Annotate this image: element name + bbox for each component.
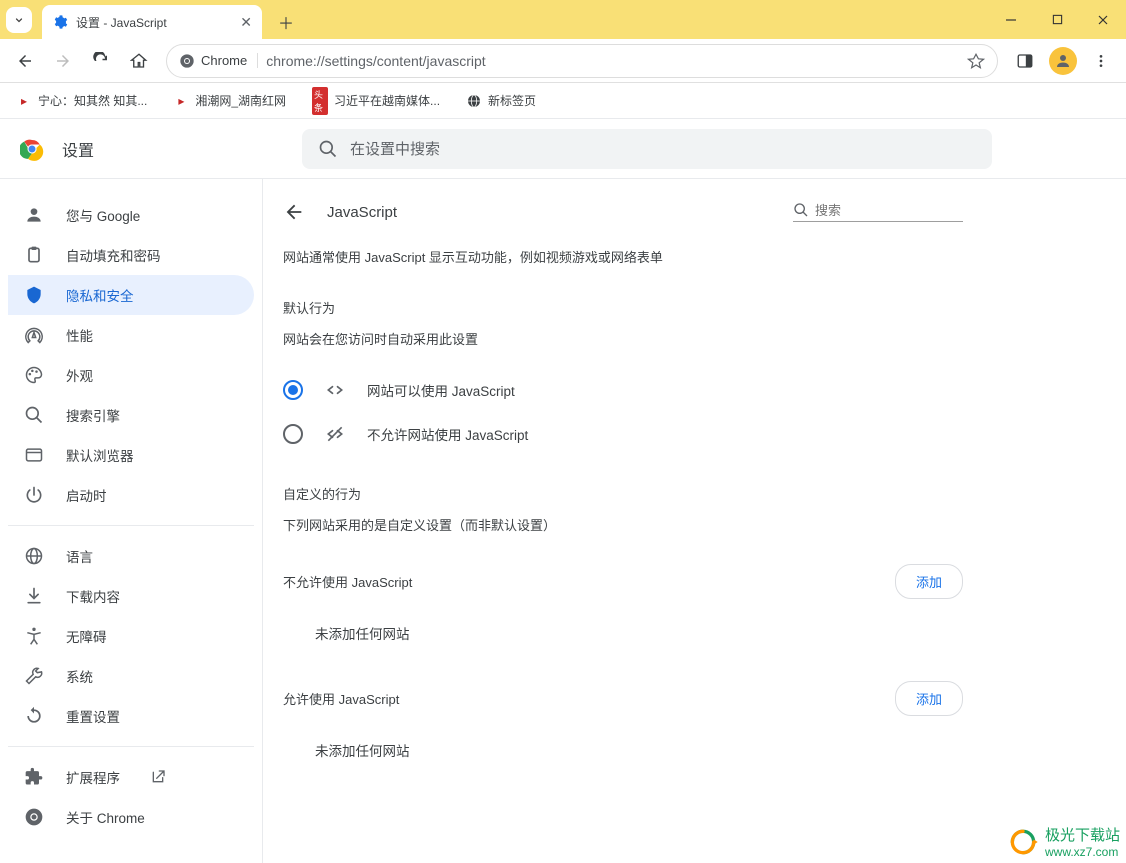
content-search-input[interactable] <box>815 203 955 218</box>
sidebar-item-languages[interactable]: 语言 <box>8 536 254 576</box>
star-icon[interactable] <box>967 52 985 70</box>
new-tab-button[interactable]: ＋ <box>272 8 300 36</box>
omnibox-label: Chrome <box>201 53 258 68</box>
close-window-button[interactable] <box>1080 0 1126 39</box>
settings-title: 设置 <box>62 137 94 161</box>
person-icon <box>24 205 44 225</box>
default-behavior-label: 默认行为 <box>283 298 963 317</box>
bookmark-item[interactable]: 头条习近平在越南媒体... <box>306 88 446 113</box>
sidebar-item-privacy[interactable]: 隐私和安全 <box>8 275 254 315</box>
divider <box>8 746 254 747</box>
accessibility-icon <box>24 626 44 646</box>
radio-icon <box>283 380 303 400</box>
download-icon <box>24 586 44 606</box>
globe-icon <box>466 93 482 109</box>
watermark-url: www.xz7.com <box>1045 845 1120 859</box>
gear-icon <box>52 14 68 30</box>
clipboard-icon <box>24 245 44 265</box>
maximize-button[interactable] <box>1034 0 1080 39</box>
sidebar-item-search-engine[interactable]: 搜索引擎 <box>8 395 254 435</box>
power-icon <box>24 485 44 505</box>
profile-avatar[interactable] <box>1046 44 1080 78</box>
watermark: 极光下载站 www.xz7.com <box>1007 824 1120 859</box>
custom-behavior-label: 自定义的行为 <box>283 484 963 503</box>
bookmark-item[interactable]: ▸宁心：知其然 知其... <box>10 88 153 113</box>
sidebar-item-appearance[interactable]: 外观 <box>8 355 254 395</box>
radio-block-js[interactable]: 不允许网站使用 JavaScript <box>283 412 963 456</box>
sidebar-item-reset[interactable]: 重置设置 <box>8 696 254 736</box>
sidebar-item-you-google[interactable]: 您与 Google <box>8 195 254 235</box>
chevron-down-icon <box>13 14 25 26</box>
sidebar-item-extensions[interactable]: 扩展程序 <box>8 757 254 797</box>
sidebar-item-accessibility[interactable]: 无障碍 <box>8 616 254 656</box>
allow-list-header: 允许使用 JavaScript <box>283 689 399 708</box>
search-icon <box>318 139 338 159</box>
code-blocked-icon <box>325 424 345 444</box>
radio-icon <box>283 424 303 444</box>
browser-toolbar: Chrome chrome://settings/content/javascr… <box>0 39 1126 83</box>
code-icon <box>325 380 345 400</box>
radio-allow-js[interactable]: 网站可以使用 JavaScript <box>283 368 963 412</box>
bookmark-item[interactable]: 新标签页 <box>460 88 542 113</box>
custom-behavior-sub: 下列网站采用的是自定义设置（而非默认设置） <box>283 515 963 534</box>
sidebar-item-system[interactable]: 系统 <box>8 656 254 696</box>
divider <box>8 525 254 526</box>
chrome-logo-icon <box>20 137 44 161</box>
bookmark-favicon: ▸ <box>173 93 189 109</box>
sidebar-item-default-browser[interactable]: 默认浏览器 <box>8 435 254 475</box>
tab-search-button[interactable] <box>0 0 38 39</box>
sidebar-item-startup[interactable]: 启动时 <box>8 475 254 515</box>
speedometer-icon <box>24 325 44 345</box>
side-panel-icon[interactable] <box>1008 44 1042 78</box>
reset-icon <box>24 706 44 726</box>
sidebar-item-autofill[interactable]: 自动填充和密码 <box>8 235 254 275</box>
browser-titlebar: 设置 - JavaScript ✕ ＋ <box>0 0 1126 39</box>
settings-content: JavaScript 网站通常使用 JavaScript 显示互动功能，例如视频… <box>263 179 1126 863</box>
wrench-icon <box>24 666 44 686</box>
bookmarks-bar: ▸宁心：知其然 知其... ▸湘潮网_湖南红网 头条习近平在越南媒体... 新标… <box>0 83 1126 119</box>
bookmark-favicon: ▸ <box>16 93 32 109</box>
chrome-icon <box>179 53 195 69</box>
browser-icon <box>24 445 44 465</box>
add-block-button[interactable]: 添加 <box>895 564 963 599</box>
page-title: JavaScript <box>327 204 771 221</box>
watermark-logo-icon <box>1007 826 1039 858</box>
default-behavior-sub: 网站会在您访问时自动采用此设置 <box>283 329 963 348</box>
bookmark-item[interactable]: ▸湘潮网_湖南红网 <box>167 88 292 113</box>
content-search[interactable] <box>793 202 963 222</box>
back-arrow-button[interactable] <box>283 201 305 223</box>
puzzle-icon <box>24 767 44 787</box>
sidebar-item-performance[interactable]: 性能 <box>8 315 254 355</box>
settings-search-input[interactable]: 在设置中搜索 <box>302 129 992 169</box>
sidebar-item-downloads[interactable]: 下载内容 <box>8 576 254 616</box>
open-external-icon <box>150 769 166 785</box>
globe-icon <box>24 546 44 566</box>
sidebar-item-about[interactable]: 关于 Chrome <box>8 797 254 837</box>
bookmark-favicon: 头条 <box>312 93 328 109</box>
watermark-name: 极光下载站 <box>1045 824 1120 845</box>
block-empty-text: 未添加任何网站 <box>283 609 963 671</box>
omnibox-url: chrome://settings/content/javascript <box>266 53 959 69</box>
chrome-icon <box>24 807 44 827</box>
forward-button[interactable] <box>46 44 80 78</box>
reload-button[interactable] <box>84 44 118 78</box>
search-icon <box>24 405 44 425</box>
allow-empty-text: 未添加任何网站 <box>283 726 963 788</box>
browser-tab[interactable]: 设置 - JavaScript ✕ <box>42 5 262 39</box>
search-icon <box>793 202 809 218</box>
close-icon[interactable]: ✕ <box>240 14 252 31</box>
tab-title: 设置 - JavaScript <box>76 14 232 31</box>
address-bar[interactable]: Chrome chrome://settings/content/javascr… <box>166 44 998 78</box>
settings-sidebar: 您与 Google 自动填充和密码 隐私和安全 性能 外观 搜索引擎 默认浏览器… <box>0 179 262 863</box>
description-text: 网站通常使用 JavaScript 显示互动功能，例如视频游戏或网络表单 <box>283 247 963 266</box>
home-button[interactable] <box>122 44 156 78</box>
back-button[interactable] <box>8 44 42 78</box>
add-allow-button[interactable]: 添加 <box>895 681 963 716</box>
menu-button[interactable] <box>1084 44 1118 78</box>
palette-icon <box>24 365 44 385</box>
block-list-header: 不允许使用 JavaScript <box>283 572 412 591</box>
minimize-button[interactable] <box>988 0 1034 39</box>
settings-header: 设置 在设置中搜索 <box>0 119 1126 179</box>
shield-icon <box>24 285 44 305</box>
